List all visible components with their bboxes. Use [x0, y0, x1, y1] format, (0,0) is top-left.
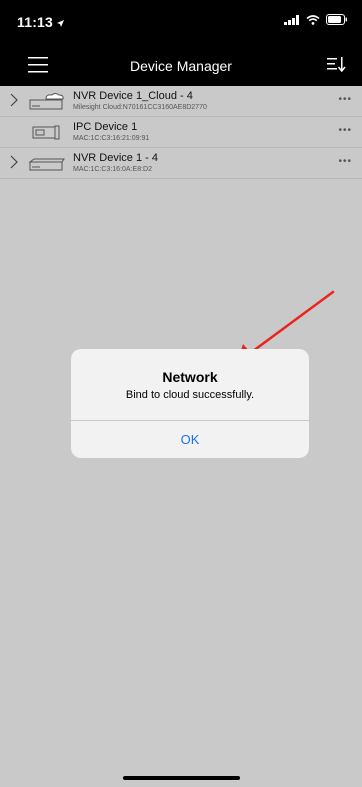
status-bar: 11:13: [0, 0, 362, 40]
device-name: NVR Device 1 - 4: [73, 152, 158, 164]
sort-icon: [327, 57, 346, 73]
device-row[interactable]: NVR Device 1_Cloud - 4 Milesight Cloud:N…: [0, 86, 362, 117]
navigation-bar: Device Manager: [0, 52, 362, 82]
page-title: Device Manager: [130, 58, 232, 74]
more-options-button[interactable]: •••: [338, 156, 352, 167]
alert-title: Network: [162, 369, 218, 385]
device-name: IPC Device 1: [73, 121, 138, 133]
chevron-right-icon[interactable]: [9, 155, 19, 169]
camera-icon: [32, 125, 60, 140]
device-detail: MAC:1C:C3:16:21:09:91: [73, 135, 150, 142]
home-indicator[interactable]: [123, 776, 240, 780]
location-icon: [56, 15, 65, 33]
nvr-icon: [28, 158, 65, 171]
alert-message: Bind to cloud successfully.: [125, 389, 255, 401]
status-indicators: [284, 14, 348, 28]
status-time: 11:13: [17, 14, 54, 30]
battery-icon: [326, 14, 348, 28]
more-options-button[interactable]: •••: [338, 125, 352, 136]
device-row[interactable]: NVR Device 1 - 4 MAC:1C:C3:16:0A:E8:D2 •…: [0, 148, 362, 179]
nvr-cloud-icon: [29, 93, 64, 110]
sort-button[interactable]: [326, 54, 346, 74]
top-bar: 11:13 Device Manager: [0, 0, 362, 86]
device-detail: Milesight Cloud:N70161CC3160AE8D2770: [73, 104, 207, 111]
alert-dialog: Network Bind to cloud successfully. OK: [71, 349, 309, 458]
device-name: NVR Device 1_Cloud - 4: [73, 90, 193, 102]
wifi-icon: [306, 14, 320, 28]
signal-icon: [284, 14, 300, 28]
device-detail: MAC:1C:C3:16:0A:E8:D2: [73, 166, 152, 173]
ok-button[interactable]: OK: [71, 421, 309, 458]
device-row[interactable]: IPC Device 1 MAC:1C:C3:16:21:09:91 •••: [0, 117, 362, 148]
chevron-right-icon[interactable]: [9, 93, 19, 107]
more-options-button[interactable]: •••: [338, 94, 352, 105]
device-list: NVR Device 1_Cloud - 4 Milesight Cloud:N…: [0, 86, 362, 179]
